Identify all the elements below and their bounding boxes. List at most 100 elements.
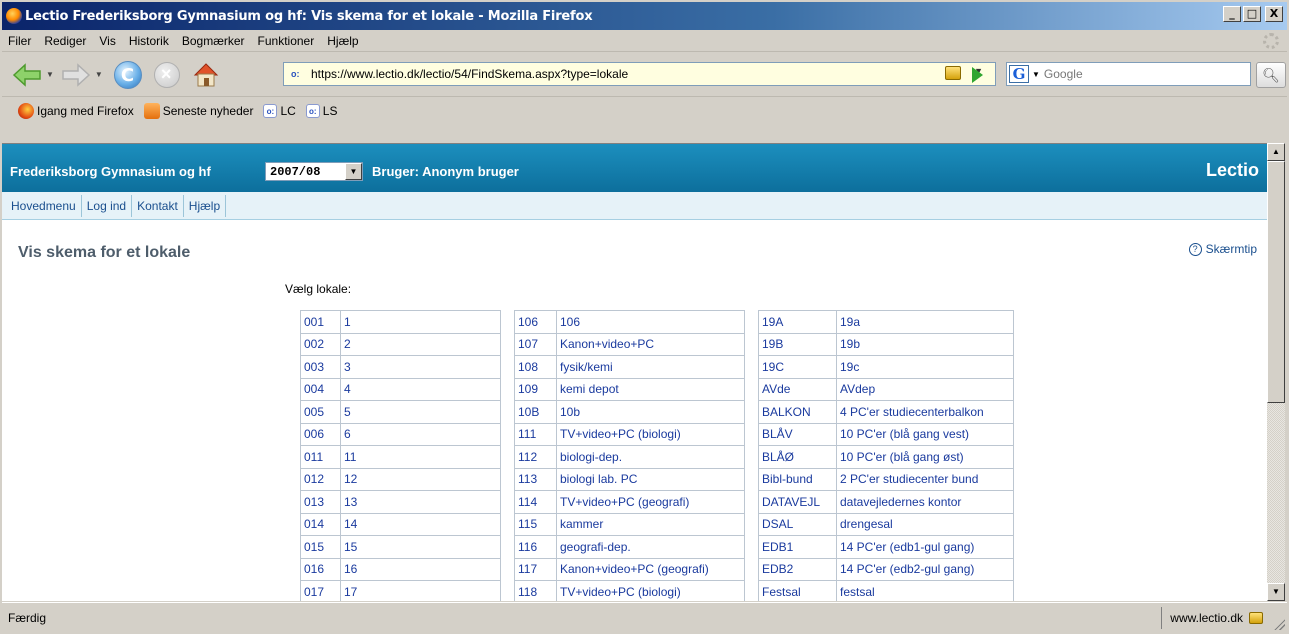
url-text[interactable]: https://www.lectio.dk/lectio/54/FindSkem… <box>311 67 628 81</box>
nav-kontakt[interactable]: Kontakt <box>132 194 184 217</box>
room-code-link[interactable]: 015 <box>300 535 341 559</box>
room-code-link[interactable]: EDB2 <box>758 557 837 581</box>
room-code-link[interactable]: 19B <box>758 332 837 356</box>
room-code-link[interactable]: 108 <box>514 355 557 379</box>
room-name-link[interactable]: Kanon+video+PC (geografi) <box>556 557 745 581</box>
search-button[interactable]: 🔍︎ <box>1256 62 1286 88</box>
room-name-link[interactable]: 19b <box>836 332 1014 356</box>
room-code-link[interactable]: 016 <box>300 557 341 581</box>
forward-history-dropdown-icon[interactable]: ▼ <box>95 70 103 79</box>
room-name-link[interactable]: drengesal <box>836 512 1014 536</box>
room-code-link[interactable]: 003 <box>300 355 341 379</box>
room-name-link[interactable]: biologi lab. PC <box>556 467 745 491</box>
lock-icon[interactable] <box>1249 612 1263 624</box>
room-code-link[interactable]: 113 <box>514 467 557 491</box>
room-code-link[interactable]: 117 <box>514 557 557 581</box>
room-code-link[interactable]: 106 <box>514 310 557 334</box>
stop-button[interactable] <box>153 61 180 88</box>
menu-funktioner[interactable]: Funktioner <box>252 34 322 48</box>
bookmark-seneste-nyheder[interactable]: Seneste nyheder <box>143 103 253 119</box>
room-name-link[interactable]: 10 PC'er (blå gang vest) <box>836 422 1014 446</box>
room-name-link[interactable]: 10 PC'er (blå gang øst) <box>836 445 1014 469</box>
room-code-link[interactable]: 10B <box>514 400 557 424</box>
room-code-link[interactable]: 002 <box>300 332 341 356</box>
room-name-link[interactable]: 16 <box>340 557 501 581</box>
room-code-link[interactable]: EDB1 <box>758 535 837 559</box>
room-code-link[interactable]: 19C <box>758 355 837 379</box>
room-name-link[interactable]: 1 <box>340 310 501 334</box>
room-code-link[interactable]: Bibl-bund <box>758 467 837 491</box>
room-code-link[interactable]: 001 <box>300 310 341 334</box>
room-code-link[interactable]: DSAL <box>758 512 837 536</box>
back-history-dropdown-icon[interactable]: ▼ <box>46 70 54 79</box>
room-code-link[interactable]: 012 <box>300 467 341 491</box>
screen-tip-link[interactable]: ? Skærmtip <box>1188 242 1257 256</box>
room-code-link[interactable]: 19A <box>758 310 837 334</box>
scroll-up-button[interactable]: ▲ <box>1267 143 1285 161</box>
room-code-link[interactable]: 114 <box>514 490 557 514</box>
vertical-scrollbar[interactable]: ▲ ▼ <box>1267 143 1285 601</box>
room-name-link[interactable]: fysik/kemi <box>556 355 745 379</box>
menu-historik[interactable]: Historik <box>123 34 176 48</box>
lectio-logo[interactable]: Lectio <box>1206 160 1259 181</box>
room-name-link[interactable]: datavejledernes kontor <box>836 490 1014 514</box>
menu-filer[interactable]: Filer <box>2 34 38 48</box>
room-name-link[interactable]: 5 <box>340 400 501 424</box>
room-code-link[interactable]: 116 <box>514 535 557 559</box>
chevron-down-icon[interactable]: ▼ <box>345 163 362 180</box>
room-name-link[interactable]: 4 PC'er studiecenterbalkon <box>836 400 1014 424</box>
room-name-link[interactable]: 2 PC'er studiecenter bund <box>836 467 1014 491</box>
home-button[interactable] <box>192 61 220 89</box>
room-code-link[interactable]: BALKON <box>758 400 837 424</box>
google-icon[interactable]: G <box>1009 65 1029 83</box>
year-select[interactable]: 2007/08 ▼ <box>265 162 363 181</box>
menu-vis[interactable]: Vis <box>93 34 122 48</box>
room-name-link[interactable]: 19c <box>836 355 1014 379</box>
room-name-link[interactable]: 17 <box>340 580 501 601</box>
nav-hovedmenu[interactable]: Hovedmenu <box>6 194 82 217</box>
nav-log-ind[interactable]: Log ind <box>82 194 133 217</box>
room-code-link[interactable]: BLÅV <box>758 422 837 446</box>
room-code-link[interactable]: 005 <box>300 400 341 424</box>
room-name-link[interactable]: 19a <box>836 310 1014 334</box>
room-code-link[interactable]: 109 <box>514 377 557 401</box>
minimize-button[interactable]: _ <box>1223 6 1241 22</box>
room-code-link[interactable]: 011 <box>300 445 341 469</box>
room-code-link[interactable]: 111 <box>514 422 557 446</box>
room-name-link[interactable]: 14 PC'er (edb1-gul gang) <box>836 535 1014 559</box>
menu-bogmaerker[interactable]: Bogmærker <box>176 34 252 48</box>
room-name-link[interactable]: biologi-dep. <box>556 445 745 469</box>
room-code-link[interactable]: BLÅØ <box>758 445 837 469</box>
room-name-link[interactable]: 12 <box>340 467 501 491</box>
room-code-link[interactable]: 004 <box>300 377 341 401</box>
close-button[interactable]: X <box>1265 6 1283 22</box>
forward-button[interactable] <box>61 62 91 88</box>
room-name-link[interactable]: TV+video+PC (geografi) <box>556 490 745 514</box>
room-name-link[interactable]: 13 <box>340 490 501 514</box>
bookmark-ls[interactable]: o: LS <box>305 104 337 118</box>
room-name-link[interactable]: AVdep <box>836 377 1014 401</box>
room-name-link[interactable]: geografi-dep. <box>556 535 745 559</box>
room-name-link[interactable]: 10b <box>556 400 745 424</box>
room-code-link[interactable]: 112 <box>514 445 557 469</box>
room-name-link[interactable]: 6 <box>340 422 501 446</box>
room-name-link[interactable]: TV+video+PC (biologi) <box>556 422 745 446</box>
room-code-link[interactable]: 107 <box>514 332 557 356</box>
room-code-link[interactable]: 013 <box>300 490 341 514</box>
room-name-link[interactable]: 14 <box>340 512 501 536</box>
search-box[interactable]: G ▼ Google <box>1006 62 1251 86</box>
room-code-link[interactable]: DATAVEJL <box>758 490 837 514</box>
maximize-button[interactable]: □ <box>1243 6 1261 22</box>
room-name-link[interactable]: 15 <box>340 535 501 559</box>
room-name-link[interactable]: Kanon+video+PC <box>556 332 745 356</box>
room-code-link[interactable]: 014 <box>300 512 341 536</box>
menu-rediger[interactable]: Rediger <box>38 34 93 48</box>
bookmark-lc[interactable]: o: LC <box>263 104 296 118</box>
search-engine-dropdown-icon[interactable]: ▼ <box>1032 70 1040 79</box>
room-name-link[interactable]: 4 <box>340 377 501 401</box>
scroll-down-button[interactable]: ▼ <box>1267 583 1285 601</box>
lock-icon[interactable] <box>945 66 961 80</box>
resize-grip-icon[interactable] <box>1273 618 1285 630</box>
bookmark-igang[interactable]: Igang med Firefox <box>18 103 134 119</box>
nav-hjaelp[interactable]: Hjælp <box>184 194 227 217</box>
